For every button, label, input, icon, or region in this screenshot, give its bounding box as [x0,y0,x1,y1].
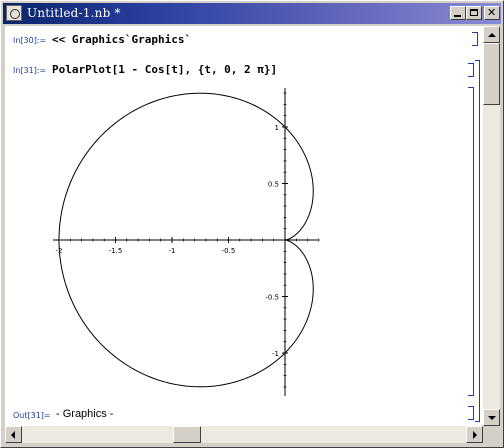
y-tick-label: 0.5 [268,181,279,189]
minimize-icon [454,15,461,17]
x-tick-label: -1 [169,247,176,255]
title-bar[interactable]: Untitled-1.nb * ✕ [3,3,501,24]
scroll-right-button[interactable] [466,426,483,443]
arrow-down-icon [488,416,496,424]
mathematica-notebook-icon[interactable] [6,5,22,21]
cell-bracket-in30[interactable] [472,32,478,46]
cell-bracket-out31[interactable] [468,406,474,420]
notebook-content[interactable]: In[30]:= << Graphics`Graphics` In[31]:= … [5,26,483,426]
scrollbar-corner [483,426,500,443]
polar-plot[interactable]: -2 -1.5 -1 -0.5-1-0.50.51 [5,26,483,426]
horizontal-scroll-thumb[interactable] [173,426,201,443]
plot-tick-labels: -2 -1.5 -1 -0.5-1-0.50.51 [56,124,279,358]
minimize-button[interactable] [450,6,466,20]
x-tick-label: -1.5 [109,247,123,255]
scroll-up-button[interactable] [483,26,500,43]
window-title: Untitled-1.nb * [27,6,121,20]
cell-bracket-in31-graphics[interactable] [468,87,474,396]
notebook-window: Untitled-1.nb * ✕ In[30]:= << Graphics`G… [0,0,504,448]
close-button[interactable]: ✕ [484,6,500,20]
arrow-right-icon [473,431,481,439]
y-tick-label: -0.5 [265,294,279,302]
vertical-scroll-thumb[interactable] [483,43,500,105]
cell-group-bracket[interactable] [475,60,480,422]
close-icon: ✕ [487,6,497,19]
scroll-left-button[interactable] [5,426,22,443]
cell-label-out31: Out[31]= [13,411,51,420]
output-cell-out31: - Graphics - [56,408,114,420]
maximize-icon [470,9,478,16]
x-tick-label: -0.5 [222,247,236,255]
maximize-button[interactable] [466,6,482,20]
scroll-down-button[interactable] [483,409,500,426]
arrow-left-icon [7,431,15,439]
plot-axes [53,88,319,396]
horizontal-scrollbar[interactable] [5,426,483,443]
y-tick-label: 1 [275,124,279,132]
vertical-scrollbar[interactable] [483,26,500,426]
y-tick-label: -1 [272,350,279,358]
arrow-up-icon [488,29,496,37]
cell-bracket-in31-input[interactable] [468,63,474,77]
